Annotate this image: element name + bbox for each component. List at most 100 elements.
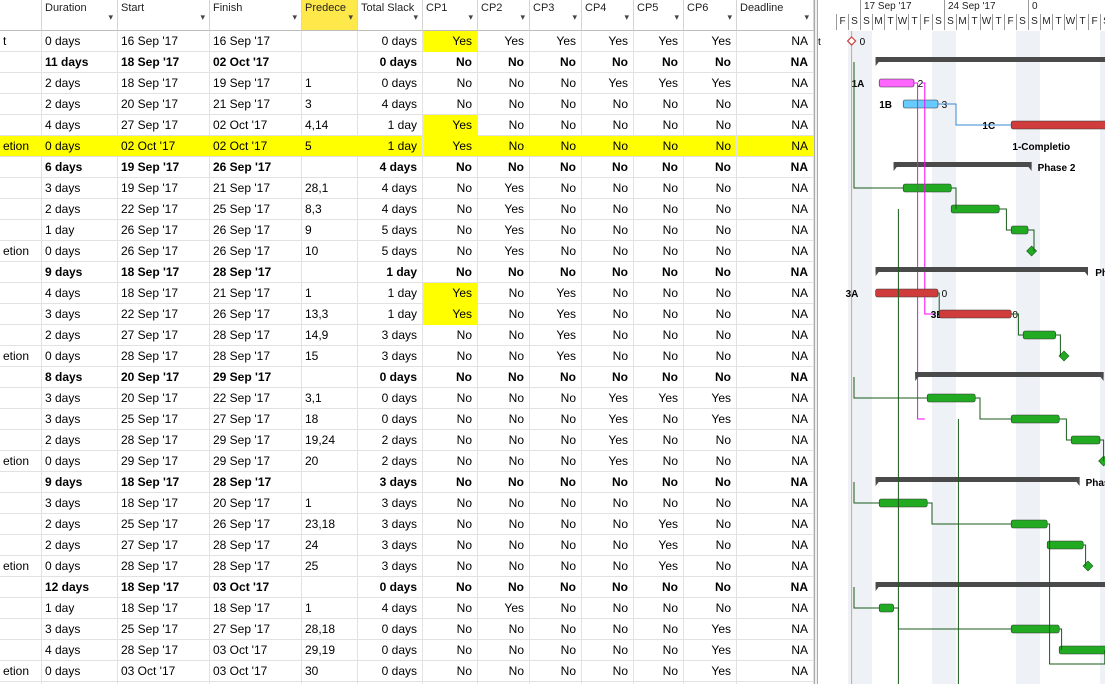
column-header-3[interactable]: Finish ▾ xyxy=(210,0,302,31)
filter-dropdown-icon[interactable]: ▾ xyxy=(520,11,525,24)
table-cell[interactable]: 28 Sep '17 xyxy=(118,346,210,367)
table-row[interactable]: 12 days 18 Sep '17 03 Oct '17 0 days No No No N… xyxy=(0,577,814,598)
table-cell[interactable]: 1 xyxy=(302,598,358,619)
table-cell[interactable]: No xyxy=(423,52,478,73)
table-cell[interactable]: 16 Sep '17 xyxy=(210,31,302,52)
table-cell[interactable]: No xyxy=(684,178,737,199)
table-cell[interactable]: 4 days xyxy=(42,640,118,661)
table-cell[interactable]: Yes xyxy=(684,661,737,682)
table-cell[interactable]: No xyxy=(634,262,684,283)
table-cell[interactable]: No xyxy=(582,493,634,514)
table-cell[interactable]: Yes xyxy=(634,535,684,556)
table-cell[interactable]: No xyxy=(634,661,684,682)
table-row[interactable]: etion 0 days 03 Oct '17 03 Oct '17 30 0 days N… xyxy=(0,661,814,682)
table-cell[interactable]: 1 day xyxy=(358,283,423,304)
table-cell[interactable]: 3 days xyxy=(358,325,423,346)
table-cell[interactable]: No xyxy=(423,535,478,556)
table-cell[interactable]: 3 days xyxy=(42,409,118,430)
table-cell[interactable]: 2 days xyxy=(358,451,423,472)
table-cell[interactable]: No xyxy=(530,220,582,241)
table-cell[interactable]: NA xyxy=(737,283,814,304)
table-cell[interactable]: No xyxy=(582,556,634,577)
table-cell[interactable]: NA xyxy=(737,388,814,409)
table-cell[interactable]: 28 Sep '17 xyxy=(210,472,302,493)
column-header-10[interactable]: CP5 ▾ xyxy=(634,0,684,31)
table-cell[interactable]: No xyxy=(530,619,582,640)
table-cell[interactable]: No xyxy=(423,598,478,619)
table-cell[interactable] xyxy=(0,577,42,598)
filter-dropdown-icon[interactable]: ▾ xyxy=(674,11,679,24)
table-cell[interactable]: No xyxy=(478,52,530,73)
table-cell[interactable]: NA xyxy=(737,52,814,73)
table-cell[interactable]: No xyxy=(478,115,530,136)
table-cell[interactable]: 2 days xyxy=(42,73,118,94)
table-cell[interactable]: No xyxy=(530,115,582,136)
table-cell[interactable]: 4 days xyxy=(358,157,423,178)
table-cell[interactable]: Yes xyxy=(530,346,582,367)
table-cell[interactable]: No xyxy=(478,577,530,598)
table-cell[interactable]: No xyxy=(634,367,684,388)
table-cell[interactable]: 26 Sep '17 xyxy=(118,220,210,241)
table-cell[interactable]: No xyxy=(530,241,582,262)
table-cell[interactable]: NA xyxy=(737,178,814,199)
table-cell[interactable]: 5 days xyxy=(358,241,423,262)
table-cell[interactable]: 6 days xyxy=(42,157,118,178)
table-cell[interactable] xyxy=(0,283,42,304)
table-cell[interactable]: No xyxy=(582,262,634,283)
table-cell[interactable]: No xyxy=(634,619,684,640)
table-cell[interactable]: No xyxy=(582,577,634,598)
table-cell[interactable]: No xyxy=(582,661,634,682)
table-cell[interactable]: No xyxy=(530,577,582,598)
table-cell[interactable]: No xyxy=(582,598,634,619)
table-cell[interactable]: No xyxy=(582,241,634,262)
table-row[interactable]: 8 days 20 Sep '17 29 Sep '17 0 days No No No No… xyxy=(0,367,814,388)
table-cell[interactable]: No xyxy=(423,556,478,577)
table-row[interactable]: 6 days 19 Sep '17 26 Sep '17 4 days No No No No… xyxy=(0,157,814,178)
table-cell[interactable]: No xyxy=(684,367,737,388)
table-cell[interactable]: 3 days xyxy=(358,514,423,535)
table-cell[interactable]: 0 days xyxy=(358,73,423,94)
table-cell[interactable]: No xyxy=(530,73,582,94)
table-cell[interactable]: 19 Sep '17 xyxy=(118,178,210,199)
table-cell[interactable]: 02 Oct '17 xyxy=(210,52,302,73)
table-cell[interactable] xyxy=(0,115,42,136)
table-cell[interactable]: No xyxy=(530,493,582,514)
table-cell[interactable]: Yes xyxy=(582,451,634,472)
table-cell[interactable]: No xyxy=(478,367,530,388)
table-cell[interactable]: 4 days xyxy=(358,94,423,115)
table-cell[interactable]: 25 Sep '17 xyxy=(118,619,210,640)
table-cell[interactable]: No xyxy=(684,514,737,535)
table-cell[interactable]: No xyxy=(478,157,530,178)
table-cell[interactable]: 1 day xyxy=(358,262,423,283)
table-cell[interactable]: 0 days xyxy=(42,346,118,367)
table-cell[interactable]: No xyxy=(478,619,530,640)
table-cell[interactable]: 19 Sep '17 xyxy=(210,73,302,94)
table-cell[interactable] xyxy=(302,367,358,388)
table-cell[interactable]: No xyxy=(582,115,634,136)
table-cell[interactable]: 25 Sep '17 xyxy=(118,409,210,430)
table-cell[interactable]: No xyxy=(634,325,684,346)
table-cell[interactable]: 0 days xyxy=(358,661,423,682)
table-cell[interactable]: 26 Sep '17 xyxy=(210,241,302,262)
table-cell[interactable]: 3 days xyxy=(42,619,118,640)
table-cell[interactable]: Yes xyxy=(423,304,478,325)
table-cell[interactable]: Yes xyxy=(478,241,530,262)
table-cell[interactable]: 16 Sep '17 xyxy=(118,31,210,52)
filter-dropdown-icon[interactable]: ▾ xyxy=(292,11,297,24)
table-row[interactable]: 1 day 18 Sep '17 18 Sep '17 1 4 days No Yes No N… xyxy=(0,598,814,619)
table-row[interactable]: 2 days 25 Sep '17 26 Sep '17 23,18 3 days No N… xyxy=(0,514,814,535)
table-cell[interactable]: 29 Sep '17 xyxy=(210,367,302,388)
table-cell[interactable]: 25 Sep '17 xyxy=(118,514,210,535)
table-cell[interactable]: No xyxy=(684,94,737,115)
table-row[interactable]: 9 days 18 Sep '17 28 Sep '17 1 day No No No No N… xyxy=(0,262,814,283)
table-cell[interactable]: NA xyxy=(737,493,814,514)
table-cell[interactable]: No xyxy=(582,472,634,493)
table-cell[interactable]: Yes xyxy=(684,388,737,409)
table-cell[interactable]: No xyxy=(478,661,530,682)
table-cell[interactable]: 21 Sep '17 xyxy=(210,283,302,304)
table-cell[interactable]: 30 xyxy=(302,661,358,682)
table-cell[interactable]: No xyxy=(423,199,478,220)
filter-dropdown-icon[interactable]: ▾ xyxy=(348,11,353,24)
table-cell[interactable] xyxy=(0,220,42,241)
table-cell[interactable]: 24 xyxy=(302,535,358,556)
